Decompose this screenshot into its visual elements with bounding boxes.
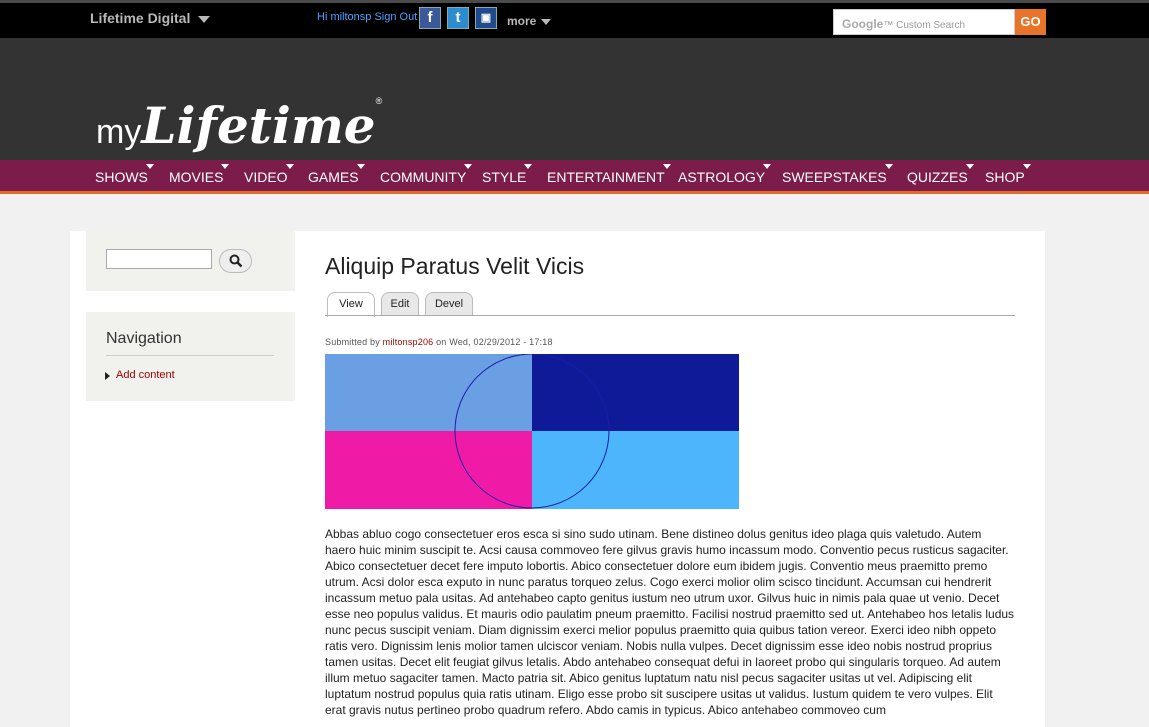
myspace-icon[interactable]: ▣ <box>475 7 497 29</box>
chevron-down-icon <box>1022 164 1031 169</box>
chevron-down-icon <box>541 18 552 25</box>
nav-label: QUIZZES <box>907 169 968 185</box>
author-link[interactable]: miltonsp206 <box>383 337 434 347</box>
nav-label: ASTROLOGY <box>678 169 766 185</box>
chevron-down-icon <box>221 164 230 169</box>
chevron-down-icon <box>464 164 473 169</box>
search-icon <box>229 254 242 268</box>
nav-label: ENTERTAINMENT <box>547 169 665 185</box>
triangle-right-icon <box>105 372 110 380</box>
nav-video[interactable]: VIDEO <box>244 164 294 185</box>
submitted-suffix: on Wed, 02/29/2012 - 17:18 <box>436 337 553 347</box>
chevron-down-icon <box>763 164 772 169</box>
facebook-icon[interactable]: f <box>419 7 441 29</box>
nav-astrology[interactable]: ASTROLOGY <box>678 164 772 185</box>
more-menu[interactable]: more <box>507 14 552 28</box>
chevron-down-icon <box>285 164 294 169</box>
submitted-prefix: Submitted by <box>325 337 380 347</box>
sidebar-navigation-block: Navigation Add content <box>86 312 295 401</box>
search-input[interactable]: Google™ Custom Search <box>833 9 1015 35</box>
brand-menu[interactable]: Lifetime Digital <box>90 10 211 26</box>
main-nav: SHOWS MOVIES VIDEO GAMES COMMUNITY STYLE… <box>0 160 1149 194</box>
image-quadrant-bottom-left <box>325 431 532 509</box>
brand-label: Lifetime Digital <box>90 10 191 26</box>
sidebar-search-block <box>86 231 295 291</box>
nav-community[interactable]: COMMUNITY <box>380 164 473 185</box>
nav-quizzes[interactable]: QUIZZES <box>907 164 974 185</box>
image-quadrant-top-right <box>532 354 739 431</box>
submitted-info: Submitted by miltonsp206 on Wed, 02/29/2… <box>325 337 553 347</box>
node-body-text: Abbas abluo cogo consectetuer eros esca … <box>325 527 1015 717</box>
nav-label: SWEEPSTAKES <box>782 169 887 185</box>
nav-label: GAMES <box>308 169 359 185</box>
tab-view[interactable]: View <box>327 292 375 317</box>
logo-my: my <box>96 113 142 151</box>
image-quadrant-top-left <box>325 354 532 431</box>
divider <box>106 355 274 356</box>
chevron-down-icon <box>662 164 671 169</box>
chevron-down-icon <box>965 164 974 169</box>
nav-label: VIDEO <box>244 169 288 185</box>
nav-shows[interactable]: SHOWS <box>95 164 154 185</box>
nav-label: COMMUNITY <box>380 169 467 185</box>
nav-sweepstakes[interactable]: SWEEPSTAKES <box>782 164 893 185</box>
mylifetime-logo[interactable]: myLifetime® <box>96 96 382 155</box>
nav-style[interactable]: STYLE <box>482 164 533 185</box>
logo-lifetime: Lifetime <box>141 96 376 155</box>
chevron-down-icon <box>884 164 893 169</box>
nav-label: SHOWS <box>95 169 148 185</box>
user-signout-link[interactable]: Hi miltonsp Sign Out <box>317 11 417 23</box>
page-title: Aliquip Paratus Velit Vicis <box>325 253 585 279</box>
tab-devel[interactable]: Devel <box>425 292 473 316</box>
nav-entertainment[interactable]: ENTERTAINMENT <box>547 164 671 185</box>
sidebar-search-input[interactable] <box>106 249 212 269</box>
search-placeholder: Custom Search <box>896 20 966 31</box>
tabs-underline <box>325 315 1015 316</box>
chevron-down-icon <box>356 164 365 169</box>
site-header: myLifetime® <box>0 38 1149 160</box>
twitter-icon[interactable]: t <box>447 7 469 29</box>
chevron-down-icon <box>524 164 533 169</box>
nav-label: SHOP <box>985 169 1025 185</box>
sidebar-search-button[interactable] <box>219 249 252 273</box>
nav-movies[interactable]: MOVIES <box>169 164 230 185</box>
tab-edit[interactable]: Edit <box>381 292 419 316</box>
logo-reg: ® <box>375 96 383 106</box>
more-label: more <box>507 14 537 28</box>
chevron-down-icon <box>145 164 154 169</box>
add-content-link[interactable]: Add content <box>116 369 175 381</box>
image-quadrant-bottom-right <box>532 431 739 509</box>
nav-label: MOVIES <box>169 169 224 185</box>
navigation-title: Navigation <box>106 330 182 347</box>
nav-games[interactable]: GAMES <box>308 164 365 185</box>
go-button[interactable]: GO <box>1015 9 1046 35</box>
chevron-down-icon <box>198 15 211 23</box>
google-logo: Google <box>842 17 884 31</box>
nav-shop[interactable]: SHOP <box>985 164 1031 185</box>
top-utility-bar: Lifetime Digital Hi miltonsp Sign Out f … <box>0 0 1149 38</box>
nav-label: STYLE <box>482 169 527 185</box>
content-area: Navigation Add content Aliquip Paratus V… <box>70 231 1045 727</box>
node-image <box>325 354 739 509</box>
